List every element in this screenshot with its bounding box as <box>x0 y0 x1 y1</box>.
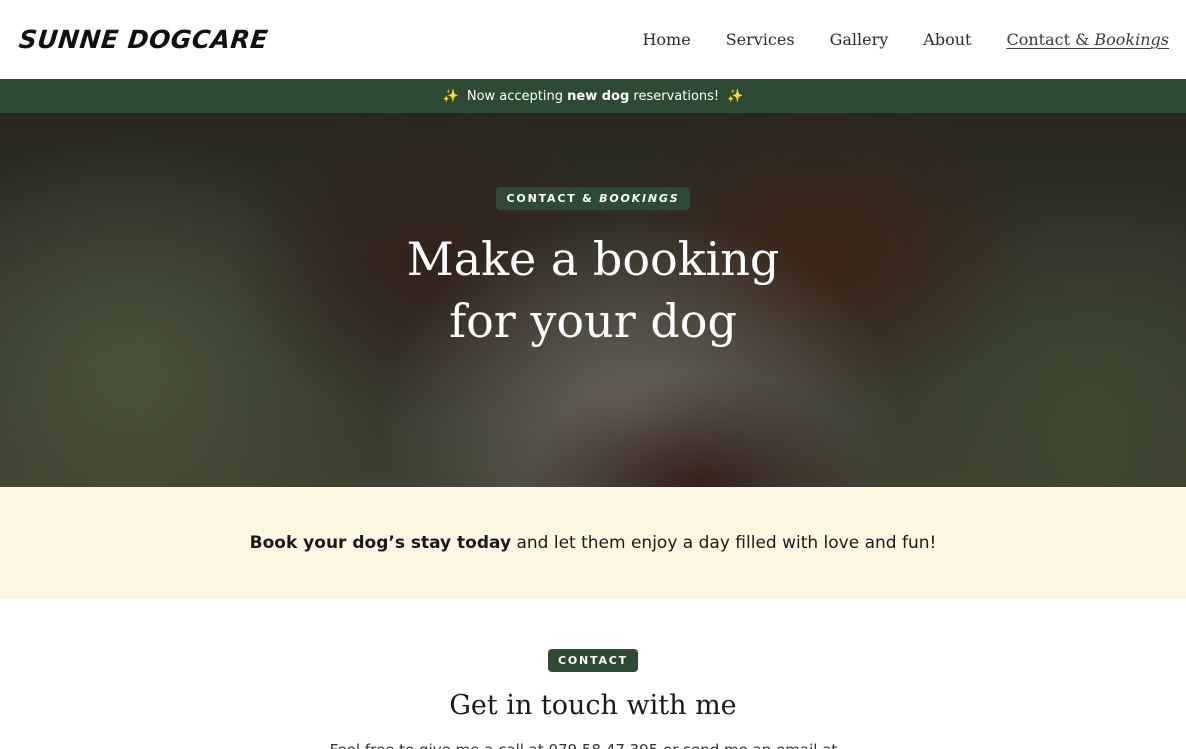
booking-banner-text: Book your dog’s stay today and let them … <box>250 533 937 553</box>
hero-badge-em: BOOKINGS <box>599 192 680 205</box>
contact-title: Get in touch with me <box>449 690 737 721</box>
booking-banner-rest: and let them enjoy a day filled with lov… <box>511 533 937 553</box>
nav-services[interactable]: Services <box>726 30 795 49</box>
contact-badge: CONTACT <box>548 649 638 672</box>
announcement-bold: new dog <box>567 88 630 104</box>
contact-text: Feel free to give me a call at 079 58 47… <box>330 741 857 749</box>
hero-title-line2: for your dog <box>449 294 737 348</box>
nav-contact-em: Bookings <box>1094 30 1169 49</box>
contact-section: CONTACT Get in touch with me Feel free t… <box>0 599 1186 749</box>
nav-contact-bookings[interactable]: Contact & Bookings <box>1006 30 1169 49</box>
hero-content: CONTACT & BOOKINGS Make a booking for yo… <box>0 113 1186 487</box>
nav-about[interactable]: About <box>923 30 971 49</box>
sparkle-icon: ✨ <box>442 88 459 104</box>
announcement-bar: ✨ Now accepting new dog reservations! ✨ <box>0 79 1186 113</box>
announcement-prefix: Now accepting <box>466 88 568 104</box>
hero-title: Make a booking for your dog <box>407 228 780 352</box>
hero-section: CONTACT & BOOKINGS Make a booking for yo… <box>0 113 1186 487</box>
booking-banner: Book your dog’s stay today and let them … <box>0 487 1186 599</box>
announcement-suffix: reservations! <box>629 88 720 104</box>
sparkle-icon: ✨ <box>727 88 744 104</box>
main-nav: Home Services Gallery About Contact & Bo… <box>642 30 1169 49</box>
hero-badge: CONTACT & BOOKINGS <box>495 187 691 210</box>
booking-banner-bold: Book your dog’s stay today <box>249 533 512 553</box>
hero-title-line1: Make a booking <box>406 232 780 286</box>
nav-contact-prefix: Contact & <box>1006 30 1095 49</box>
nav-gallery[interactable]: Gallery <box>830 30 889 49</box>
announcement-text: Now accepting new dog reservations! <box>467 89 719 104</box>
site-logo[interactable]: SUNNE DOGCARE <box>17 25 269 54</box>
site-header: SUNNE DOGCARE Home Services Gallery Abou… <box>0 0 1186 79</box>
nav-home[interactable]: Home <box>642 30 690 49</box>
hero-badge-prefix: CONTACT & <box>506 192 600 205</box>
